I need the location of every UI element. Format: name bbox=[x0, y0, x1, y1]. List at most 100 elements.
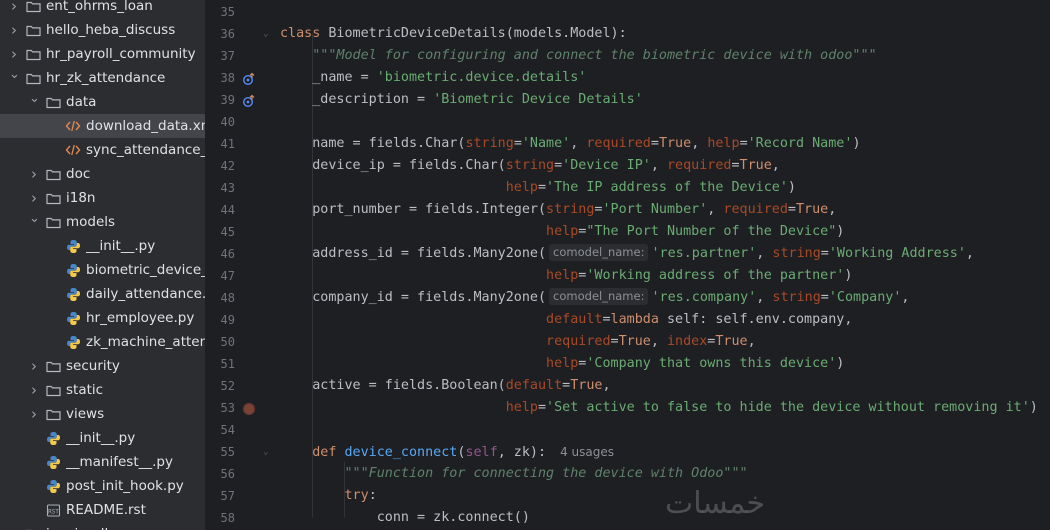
code-line[interactable]: company_id = fields.Many2one(comodel_nam… bbox=[280, 287, 1050, 309]
chevron-right-icon[interactable]: › bbox=[29, 357, 39, 375]
code-line[interactable]: help='Set active to false to hide the de… bbox=[280, 397, 1050, 419]
code-line[interactable] bbox=[280, 111, 1050, 133]
code-token: 'Set active to false to hide the device … bbox=[546, 400, 1030, 415]
code-token: , bbox=[756, 246, 773, 261]
code-line[interactable]: port_number = fields.Integer(string = 'Por… bbox=[280, 199, 1050, 221]
watermark-logo: خمسات bbox=[665, 486, 766, 521]
chevron-down-icon[interactable]: ⌄ bbox=[29, 92, 40, 105]
tree-file[interactable]: ›sync_attendance_c bbox=[0, 138, 205, 162]
breakpoint-icon[interactable] bbox=[242, 401, 256, 415]
tree-folder[interactable]: › doc bbox=[0, 162, 205, 186]
code-token: True bbox=[715, 334, 748, 349]
code-line[interactable]: help='Working address of the partner') bbox=[280, 265, 1050, 287]
code-token: : bbox=[368, 488, 377, 503]
code-token: = bbox=[537, 400, 547, 415]
tree-file[interactable]: ›post_init_hook.py bbox=[0, 474, 205, 498]
tree-folder[interactable]: › ent_ohrms_loan bbox=[0, 0, 205, 18]
tree-file[interactable]: ›__init__.py bbox=[0, 234, 205, 258]
code-line[interactable]: _name = 'biometric.device.details' bbox=[280, 67, 1050, 89]
tree-item-label: static bbox=[66, 382, 104, 398]
tree-file[interactable]: ›daily_attendance.py bbox=[0, 282, 205, 306]
code-line[interactable]: _description = 'Biometric Device Details… bbox=[280, 89, 1050, 111]
code-line[interactable]: help="The Port Number of the Device") bbox=[280, 221, 1050, 243]
tree-file[interactable]: ›hr_employee.py bbox=[0, 306, 205, 330]
xml-file-icon bbox=[65, 142, 81, 158]
folder-icon bbox=[25, 0, 41, 14]
svg-text:RST: RST bbox=[48, 508, 59, 515]
code-token: string bbox=[465, 136, 514, 151]
line-number: 40 bbox=[220, 115, 235, 129]
override-marker-icon[interactable] bbox=[242, 71, 256, 86]
tree-item-label: daily_attendance.py bbox=[86, 286, 205, 302]
chevron-down-icon[interactable]: ⌄ bbox=[29, 212, 40, 225]
code-token: company_id = fields.Many2one( bbox=[280, 290, 547, 305]
tree-folder[interactable]: ⌄ hr_zk_attendance bbox=[0, 66, 205, 90]
tree-file[interactable]: ›__init__.py bbox=[0, 426, 205, 450]
tree-file[interactable]: ›biometric_device_d bbox=[0, 258, 205, 282]
tree-file[interactable]: ›RSTREADME.rst bbox=[0, 498, 205, 522]
tree-item-label: sync_attendance_c bbox=[86, 142, 205, 158]
fold-icon[interactable]: ⌄ bbox=[263, 23, 268, 45]
tree-folder[interactable]: › invoice_ll... bbox=[0, 522, 205, 530]
code-line[interactable]: class BiometricDeviceDetails(models.Mode… bbox=[280, 23, 1050, 45]
code-line[interactable]: help='Company that owns this device') bbox=[280, 353, 1050, 375]
chevron-right-icon[interactable]: › bbox=[29, 381, 39, 399]
code-token: string bbox=[772, 290, 821, 305]
usages-hint[interactable]: 4 usages bbox=[560, 445, 614, 459]
code-token: = bbox=[731, 158, 740, 173]
tree-file[interactable]: ›download_data.xml bbox=[0, 114, 205, 138]
tree-item-label: __manifest__.py bbox=[66, 454, 173, 470]
chevron-right-icon[interactable]: › bbox=[9, 21, 19, 39]
tree-folder[interactable]: › i18n bbox=[0, 186, 205, 210]
code-line[interactable]: """Model for configuring and connect the… bbox=[280, 45, 1050, 67]
code-line[interactable]: def device_connect(self, zk): 4 usages bbox=[280, 441, 1050, 463]
code-editor[interactable]: 35 36 37 38 39 40 41 42 43 44 45 46 47 48 49 50 51 52 53 54… bbox=[205, 0, 1050, 530]
code-line[interactable]: help='The IP address of the Device') bbox=[280, 177, 1050, 199]
tree-folder[interactable]: › views bbox=[0, 402, 205, 426]
tree-file[interactable]: ›__manifest__.py bbox=[0, 450, 205, 474]
code-line[interactable]: default=lambda self: self.env.company, bbox=[280, 309, 1050, 331]
tree-folder[interactable]: › hello_heba_discuss bbox=[0, 18, 205, 42]
code-token: required bbox=[723, 202, 788, 217]
code-token: = bbox=[650, 136, 659, 151]
code-area[interactable]: class BiometricDeviceDetails(models.Mode… bbox=[280, 0, 1050, 530]
code-token: string bbox=[505, 158, 555, 173]
override-marker-icon[interactable] bbox=[242, 93, 256, 108]
code-line[interactable] bbox=[280, 1, 1050, 23]
chevron-right-icon[interactable]: › bbox=[9, 525, 19, 530]
chevron-right-icon[interactable]: › bbox=[29, 165, 39, 183]
tree-item-label: download_data.xml bbox=[86, 118, 205, 134]
code-token: help bbox=[707, 136, 740, 151]
tree-folder[interactable]: › security bbox=[0, 354, 205, 378]
tree-folder[interactable]: ⌄ models bbox=[0, 210, 205, 234]
chevron-down-icon[interactable]: ⌄ bbox=[9, 68, 20, 81]
code-line[interactable] bbox=[280, 419, 1050, 441]
code-line[interactable]: required=True, index=True, bbox=[280, 331, 1050, 353]
code-line[interactable]: device_ip = fields.Char(string='Device I… bbox=[280, 155, 1050, 177]
code-line[interactable]: """Function for connecting the device wi… bbox=[280, 463, 1050, 485]
tree-folder[interactable]: › static bbox=[0, 378, 205, 402]
project-tree[interactable]: › ent_ohrms_loan › hello_heba_discuss › hr_pa… bbox=[0, 0, 205, 530]
code-line[interactable]: name = fields.Char(string='Name', requir… bbox=[280, 133, 1050, 155]
tree-file[interactable]: ›zk_machine_attend bbox=[0, 330, 205, 354]
code-token: help bbox=[505, 400, 538, 415]
tree-item-label: __init__.py bbox=[66, 430, 136, 446]
line-gutter[interactable]: 35 36 37 38 39 40 41 42 43 44 45 46 47 48 49 50 51 52 53 54… bbox=[205, 0, 277, 530]
chevron-right-icon[interactable]: › bbox=[29, 189, 39, 207]
tree-folder[interactable]: ⌄ data bbox=[0, 90, 205, 114]
chevron-right-icon[interactable]: › bbox=[9, 45, 19, 63]
parameter-hint: comodel_name: bbox=[549, 288, 649, 305]
line-number: 50 bbox=[220, 335, 235, 349]
code-line[interactable]: active = fields.Boolean(default=True, bbox=[280, 375, 1050, 397]
chevron-right-icon[interactable]: › bbox=[9, 0, 19, 15]
line-number: 43 bbox=[220, 181, 235, 195]
code-token: True bbox=[658, 136, 692, 151]
fold-icon[interactable]: ⌄ bbox=[263, 441, 268, 463]
code-token: index bbox=[666, 334, 708, 349]
chevron-right-icon[interactable]: › bbox=[29, 405, 39, 423]
code-line[interactable]: address_id = fields.Many2one(comodel_nam… bbox=[280, 243, 1050, 265]
tree-folder[interactable]: › hr_payroll_community bbox=[0, 42, 205, 66]
tree-item-label: views bbox=[66, 406, 105, 422]
